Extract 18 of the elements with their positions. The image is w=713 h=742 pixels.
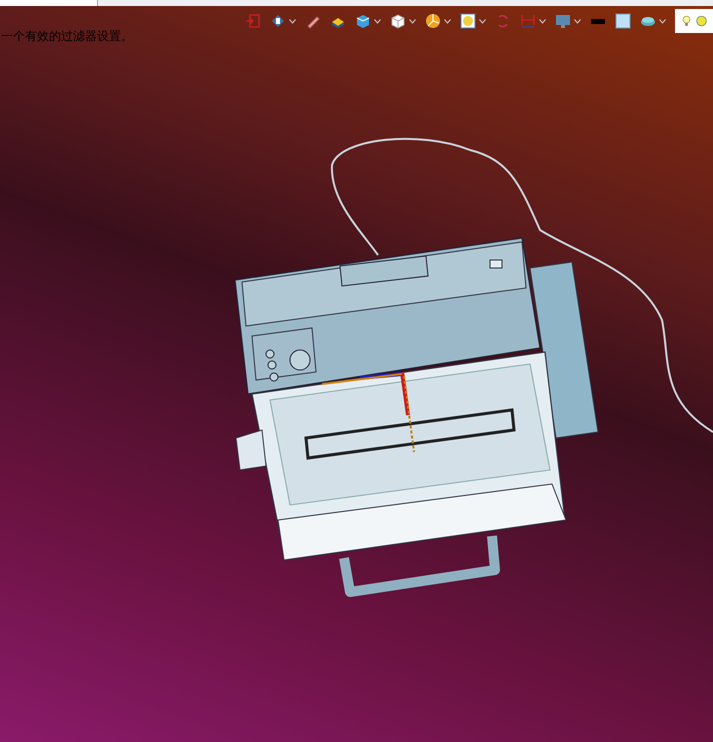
caret-icon[interactable] xyxy=(374,18,381,24)
lightbulb-icon[interactable] xyxy=(681,13,692,29)
square-icon[interactable] xyxy=(615,13,631,29)
lamp-icon[interactable] xyxy=(696,13,707,29)
caret-icon[interactable] xyxy=(444,18,451,24)
caret-icon[interactable] xyxy=(479,18,486,24)
caret-icon[interactable] xyxy=(659,18,666,24)
cube-icon[interactable] xyxy=(390,13,406,29)
status-message: 一个有效的过滤器设置。 xyxy=(0,28,133,45)
pie-icon[interactable] xyxy=(425,13,441,29)
view-icon[interactable] xyxy=(270,13,286,29)
caret-icon[interactable] xyxy=(539,18,546,24)
caret-icon[interactable] xyxy=(289,18,296,24)
monitor-icon[interactable] xyxy=(555,13,571,29)
caret-icon[interactable] xyxy=(409,18,416,24)
zoom-icon[interactable] xyxy=(460,13,476,29)
caret-icon[interactable] xyxy=(574,18,581,24)
cube-icon[interactable] xyxy=(355,13,371,29)
